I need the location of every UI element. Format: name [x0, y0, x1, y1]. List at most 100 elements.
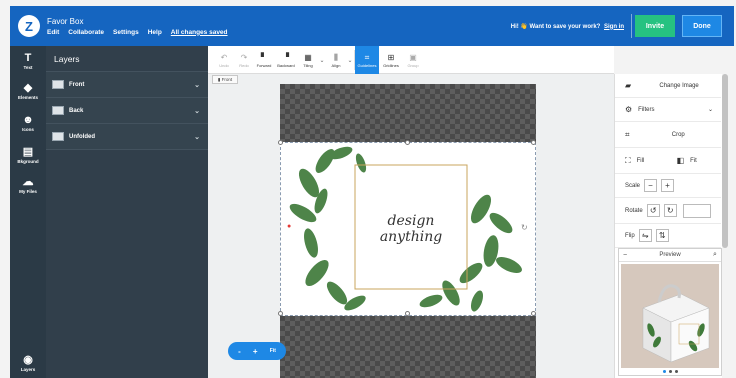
chevron-down-icon[interactable]: ⌄: [194, 133, 200, 141]
chevron-down-icon[interactable]: ⌄: [194, 81, 200, 89]
rotate-degree-input[interactable]: [682, 203, 711, 218]
resize-handle-sw[interactable]: [278, 311, 283, 316]
invite-button[interactable]: Invite: [635, 15, 675, 37]
chevron-down-icon: ⌄: [347, 57, 353, 64]
resize-handle-ne[interactable]: [531, 140, 536, 145]
zoom-out-button[interactable]: -: [238, 347, 241, 356]
tiling-label: Tiling: [303, 62, 313, 68]
zoom-fit-button[interactable]: Fit: [270, 348, 276, 354]
gridlines-toggle[interactable]: ⊞ Gridlines: [379, 46, 403, 74]
crop-row[interactable]: ⌗ Crop: [615, 122, 721, 148]
align-button[interactable]: ⫼ Align: [326, 46, 346, 74]
properties-scrollbar[interactable]: [722, 74, 728, 248]
minus-icon[interactable]: −: [619, 252, 631, 259]
rotate-left-icon[interactable]: ↺: [646, 204, 660, 217]
undo-label: Undo: [219, 62, 229, 68]
layer-thumbnail: [52, 132, 64, 141]
fill-icon[interactable]: ⛶: [625, 156, 631, 166]
redo-button[interactable]: ↷ Redo: [234, 46, 254, 74]
fit-icon[interactable]: ◧: [677, 156, 685, 165]
signin-link[interactable]: Sign in: [604, 24, 624, 30]
bring-forward-icon: ▘: [260, 52, 268, 62]
save-prompt-text: Hi! 👋 Want to save your work?: [510, 23, 601, 30]
group-button[interactable]: ▣ Group: [403, 46, 423, 74]
layer-row-back[interactable]: Back ⌄: [46, 98, 208, 124]
delete-element-icon[interactable]: ●: [287, 223, 291, 230]
text-icon: T: [24, 52, 32, 64]
sidebar-item-icons[interactable]: ☻ Icons: [10, 114, 46, 132]
rotate-label: Rotate: [625, 207, 643, 214]
scale-label: Scale: [625, 182, 641, 189]
flip-vertical-icon[interactable]: ⇅: [655, 229, 669, 242]
forward-label: Forward: [256, 62, 272, 68]
design-area[interactable]: design anything ● ↻: [278, 140, 536, 316]
header-divider: [631, 14, 632, 38]
sidebar-item-background[interactable]: ▤ Bkground: [10, 146, 46, 164]
saved-status[interactable]: All changes saved: [171, 29, 228, 36]
scale-down-button[interactable]: −: [644, 179, 658, 192]
align-dropdown[interactable]: ⌄: [346, 46, 354, 74]
layer-label: Front: [69, 81, 85, 88]
tiling-icon: ▦: [304, 52, 312, 62]
redo-label: Redo: [239, 62, 249, 68]
resize-handle-nw[interactable]: [278, 140, 283, 145]
rotate-right-icon[interactable]: ↻: [663, 204, 677, 217]
menu-collaborate[interactable]: Collaborate: [68, 29, 104, 36]
flip-row: Flip ⇋ ⇅: [615, 224, 721, 248]
menu-settings[interactable]: Settings: [113, 29, 139, 36]
design-script-text[interactable]: design anything: [355, 213, 467, 245]
group-icon: ▣: [409, 52, 417, 62]
change-image-row[interactable]: ▰ Change Image: [615, 74, 721, 98]
guidelines-icon: ⌗: [364, 52, 370, 62]
menu-help[interactable]: Help: [148, 29, 162, 36]
preview-dot[interactable]: [669, 370, 672, 373]
fit-label[interactable]: Fit: [690, 158, 697, 164]
resize-handle-n[interactable]: [405, 140, 410, 145]
align-label: Align: [331, 62, 341, 68]
preview-dot[interactable]: [663, 370, 666, 373]
top-bar: Z Favor Box Edit Collaborate Settings He…: [10, 6, 734, 46]
zazzle-logo[interactable]: Z: [18, 15, 40, 37]
favor-box-render: [621, 264, 719, 368]
product-preview-image[interactable]: [621, 264, 719, 368]
forward-button[interactable]: ▘ Forward: [254, 46, 274, 74]
preview-header: − Preview ⌕: [619, 249, 721, 262]
sidebar-item-layers[interactable]: ◉ Layers: [10, 354, 46, 372]
scale-up-button[interactable]: +: [661, 179, 675, 192]
guidelines-toggle[interactable]: ⌗ Guidelines: [355, 46, 379, 74]
rotate-handle-icon[interactable]: ↻: [521, 223, 528, 232]
sidebar-label-layers: Layers: [20, 367, 36, 372]
scale-row: Scale − +: [615, 174, 721, 198]
done-button[interactable]: Done: [682, 15, 722, 37]
sidebar-item-elements[interactable]: ◆ Elements: [10, 82, 46, 100]
preview-dot[interactable]: [675, 370, 678, 373]
fill-label[interactable]: Fill: [637, 158, 667, 164]
filters-row[interactable]: ⚙ Filters ⌄: [615, 98, 721, 122]
backward-label: Backward: [277, 62, 295, 68]
resize-handle-se[interactable]: [531, 311, 536, 316]
image-icon: ▰: [625, 81, 632, 90]
sidebar-item-text[interactable]: T Text: [10, 52, 46, 70]
tiling-button[interactable]: ▦ Tiling: [298, 46, 318, 74]
chevron-down-icon[interactable]: ⌄: [194, 107, 200, 115]
sidebar-item-my-files[interactable]: ☁ My Files: [10, 176, 46, 194]
zoom-in-button[interactable]: +: [253, 347, 258, 356]
save-prompt: Hi! 👋 Want to save your work? Sign in: [511, 23, 624, 30]
flip-horizontal-icon[interactable]: ⇋: [638, 229, 652, 242]
layer-label: Unfolded: [69, 133, 95, 140]
layer-row-front[interactable]: Front ⌄: [46, 72, 208, 98]
sidebar-label-my-files: My Files: [19, 189, 37, 194]
layer-row-unfolded[interactable]: Unfolded ⌄: [46, 124, 208, 150]
change-image-label: Change Image: [659, 82, 699, 89]
undo-button[interactable]: ↶ Undo: [214, 46, 234, 74]
tiling-dropdown[interactable]: ⌄: [318, 46, 326, 74]
resize-handle-s[interactable]: [405, 311, 410, 316]
layer-thumbnail: [52, 80, 64, 89]
rotate-row: Rotate ↺ ↻: [615, 198, 721, 224]
bleed-area-bottom: [280, 316, 536, 378]
menu-edit[interactable]: Edit: [47, 29, 59, 36]
side-tag[interactable]: ▮ Front: [212, 75, 238, 84]
guidelines-label: Guidelines: [357, 62, 377, 68]
search-icon[interactable]: ⌕: [709, 251, 721, 259]
backward-button[interactable]: ▝ Backward: [274, 46, 298, 74]
